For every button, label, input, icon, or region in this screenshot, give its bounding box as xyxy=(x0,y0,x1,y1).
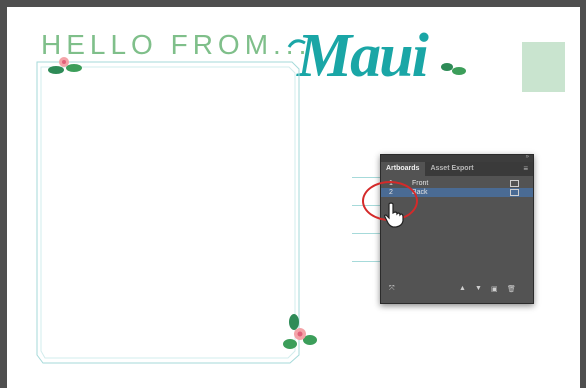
artboard-name[interactable]: Front xyxy=(412,180,428,187)
collapse-icon[interactable]: » xyxy=(526,154,529,160)
delete-icon[interactable]: 🗑 xyxy=(507,285,516,293)
new-artboard-icon[interactable]: ▣ xyxy=(491,285,498,293)
tab-asset-export[interactable]: Asset Export xyxy=(425,162,479,176)
hand-cursor-icon xyxy=(384,202,404,228)
artboards-panel: » Artboards Asset Export ≡ 1 Front 2 Bac… xyxy=(380,154,534,304)
panel-footer: ⤧ ▲ ▼ ▣ 🗑 xyxy=(381,285,533,295)
panel-drag-bar[interactable]: » xyxy=(381,154,533,162)
move-up-icon[interactable]: ▲ xyxy=(459,285,466,292)
tab-artboards[interactable]: Artboards xyxy=(381,162,426,176)
flower-icon-top xyxy=(48,57,82,74)
flower-icon-bottom xyxy=(283,314,317,349)
rearrange-icon[interactable]: ⤧ xyxy=(389,285,395,293)
leaf-icon xyxy=(441,63,466,75)
move-down-icon[interactable]: ▼ xyxy=(475,285,482,292)
artboard-options-icon[interactable] xyxy=(510,189,519,196)
panel-menu-icon[interactable]: ≡ xyxy=(523,164,528,173)
artboard-options-icon[interactable] xyxy=(510,180,519,187)
panel-tabs: Artboards Asset Export ≡ xyxy=(381,162,533,176)
